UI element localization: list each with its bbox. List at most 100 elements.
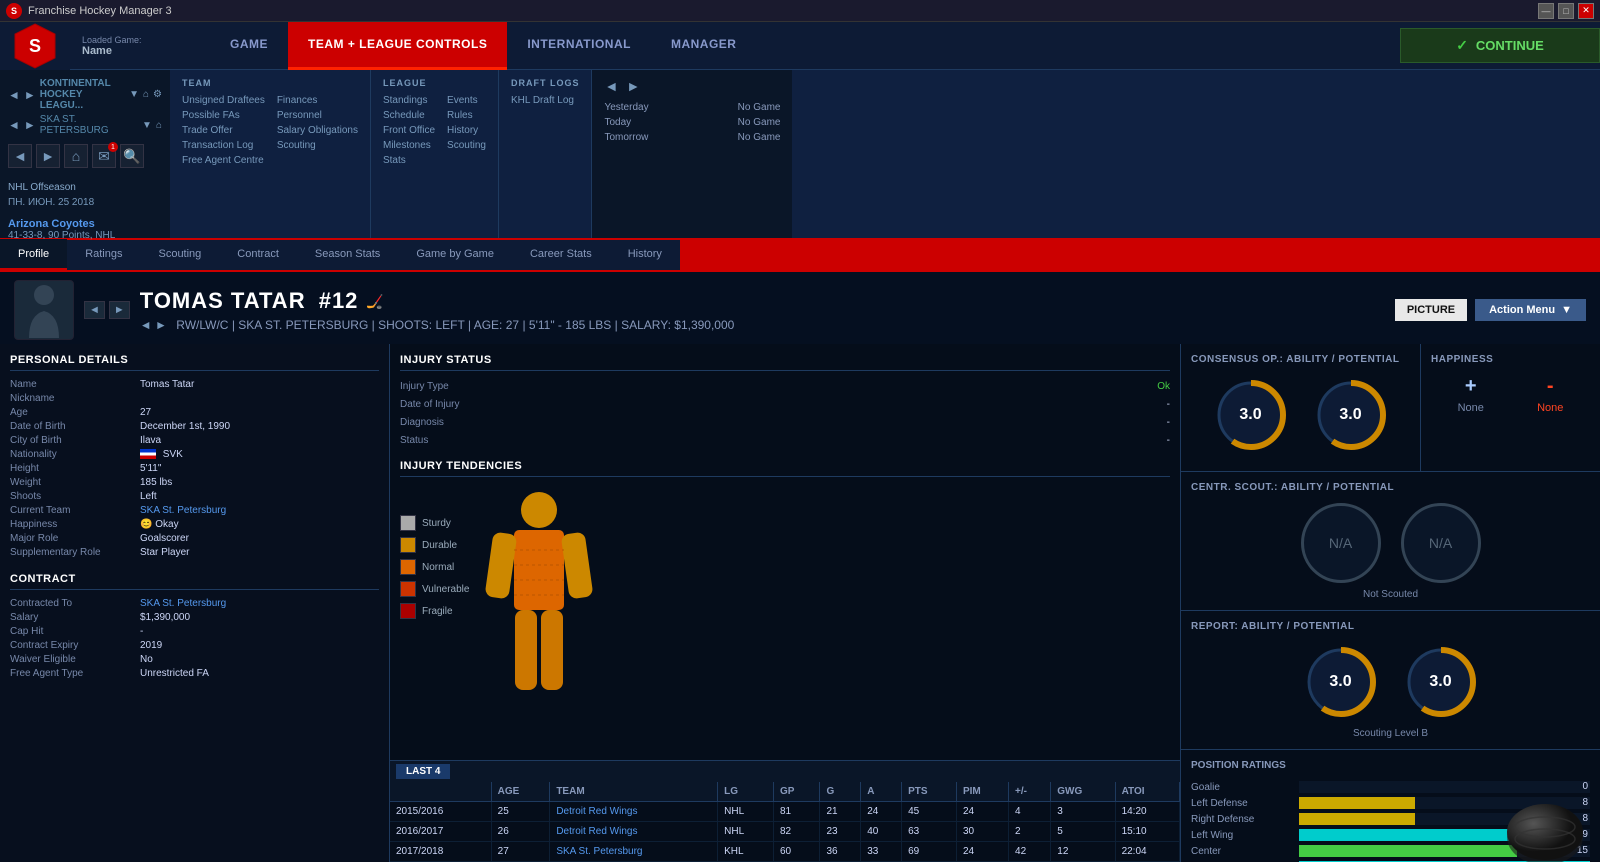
stats-table: AGE TEAM LG GP G A PTS PIM +/- GWG ATOI bbox=[390, 782, 1180, 862]
minimize-btn[interactable]: — bbox=[1538, 3, 1554, 19]
team-expand-icon[interactable]: ▼ bbox=[142, 120, 152, 131]
age-label: Age bbox=[10, 407, 140, 418]
gwg-cell: 12 bbox=[1051, 842, 1115, 862]
team-name[interactable]: SKA ST. PETERSBURG bbox=[40, 114, 138, 136]
draft-logs-section: DRAFT LOGS KHL Draft Log bbox=[499, 70, 593, 238]
league-name[interactable]: KONTINENTAL HOCKEY LEAGU... bbox=[40, 78, 125, 111]
team-home-icon[interactable]: ⌂ bbox=[156, 120, 162, 131]
consensus-title: CONSENSUS OP.: ABILITY / POTENTIAL bbox=[1191, 354, 1410, 365]
contracted-to-value[interactable]: SKA St. Petersburg bbox=[140, 598, 226, 609]
nav-back-btn[interactable]: ◄ bbox=[8, 144, 32, 168]
profile-tabs: Profile Ratings Scouting Contract Season… bbox=[0, 240, 1600, 272]
maximize-btn[interactable]: □ bbox=[1558, 3, 1574, 19]
finances-link[interactable]: Finances bbox=[277, 94, 358, 107]
injury-type-row: Injury Type Ok bbox=[400, 379, 1170, 394]
prev-team-btn[interactable]: ◄ bbox=[8, 118, 20, 132]
front-office-link[interactable]: Front Office bbox=[383, 124, 435, 137]
tab-profile[interactable]: Profile bbox=[0, 239, 67, 271]
waiver-value: No bbox=[140, 654, 153, 665]
picture-button[interactable]: PICTURE bbox=[1395, 299, 1467, 321]
team-record-name[interactable]: Arizona Coyotes bbox=[8, 218, 162, 230]
schedule-next-btn[interactable]: ► bbox=[626, 78, 640, 94]
continue-button[interactable]: ✓ CONTINUE bbox=[1400, 28, 1600, 63]
league-home-icon[interactable]: ⌂ bbox=[143, 89, 149, 100]
cap-hit-row: Cap Hit - bbox=[10, 626, 379, 637]
central-scout-circles: N/A N/A bbox=[1191, 503, 1590, 583]
left-nav-panel: ◄ ► KONTINENTAL HOCKEY LEAGU... ▼ ⌂ ⚙ ◄ … bbox=[0, 70, 170, 238]
nickname-row: Nickname bbox=[10, 393, 379, 404]
stats-link[interactable]: Stats bbox=[383, 154, 435, 167]
not-scouted-label: Not Scouted bbox=[1191, 589, 1590, 600]
next-team-btn[interactable]: ► bbox=[24, 118, 36, 132]
league-settings-icon[interactable]: ⚙ bbox=[153, 89, 162, 100]
tab-game-by-game[interactable]: Game by Game bbox=[398, 239, 512, 271]
trade-offer-link[interactable]: Trade Offer bbox=[182, 124, 265, 137]
personnel-link[interactable]: Personnel bbox=[277, 109, 358, 122]
tab-season-stats[interactable]: Season Stats bbox=[297, 239, 398, 271]
team-cell[interactable]: Detroit Red Wings bbox=[550, 822, 718, 842]
age-value: 27 bbox=[140, 407, 151, 418]
pim-cell: 24 bbox=[956, 802, 1008, 822]
events-link[interactable]: Events bbox=[447, 94, 486, 107]
player-prev-btn[interactable]: ◄ bbox=[84, 301, 105, 319]
nav-forward-btn[interactable]: ► bbox=[36, 144, 60, 168]
central-scout-ability-gauge: N/A bbox=[1301, 503, 1381, 583]
tab-career-stats[interactable]: Career Stats bbox=[512, 239, 610, 271]
unsigned-draftees-link[interactable]: Unsigned Draftees bbox=[182, 94, 265, 107]
height-label: Height bbox=[10, 463, 140, 474]
tomorrow-row: Tomorrow No Game bbox=[604, 132, 780, 143]
tomorrow-val: No Game bbox=[738, 132, 781, 143]
current-team-value[interactable]: SKA St. Petersburg bbox=[140, 505, 226, 516]
tab-contract[interactable]: Contract bbox=[219, 239, 297, 271]
puck-decoration bbox=[1500, 787, 1590, 862]
happiness-plus-item: + None bbox=[1458, 375, 1484, 414]
last4-tab[interactable]: LAST 4 bbox=[396, 764, 450, 779]
atoi-cell: 15:10 bbox=[1115, 822, 1179, 842]
schedule-prev-btn[interactable]: ◄ bbox=[604, 78, 618, 94]
consensus-potential-gauge: 3.0 bbox=[1311, 375, 1391, 455]
current-team-row: Current Team SKA St. Petersburg bbox=[10, 505, 379, 516]
nav-search-btn[interactable]: 🔍 bbox=[120, 144, 144, 168]
scouting-link[interactable]: Scouting bbox=[277, 139, 358, 152]
injury-type-value: Ok bbox=[1157, 381, 1170, 392]
normal-color-icon bbox=[400, 559, 416, 575]
standings-link[interactable]: Standings bbox=[383, 94, 435, 107]
pm-cell: 2 bbox=[1009, 822, 1051, 842]
team-cell[interactable]: SKA St. Petersburg bbox=[550, 842, 718, 862]
possible-fas-link[interactable]: Possible FAs bbox=[182, 109, 265, 122]
prev-league-btn[interactable]: ◄ bbox=[8, 88, 20, 102]
injury-section: INJURY STATUS Injury Type Ok Date of Inj… bbox=[400, 354, 1170, 448]
salary-obligations-link[interactable]: Salary Obligations bbox=[277, 124, 358, 137]
report-circles: 3.0 3.0 bbox=[1191, 642, 1590, 722]
tab-ratings[interactable]: Ratings bbox=[67, 239, 140, 271]
khl-draft-log-link[interactable]: KHL Draft Log bbox=[511, 94, 580, 107]
season-cell: 2015/2016 bbox=[390, 802, 491, 822]
rules-link[interactable]: Rules bbox=[447, 109, 486, 122]
player-next-btn[interactable]: ► bbox=[109, 301, 130, 319]
team-cell[interactable]: Detroit Red Wings bbox=[550, 802, 718, 822]
player-header: ◄ ► TOMAS TATAR #12 🏒 ◄ ► RW/LW/C | SKA … bbox=[0, 272, 1600, 344]
league-scouting-link[interactable]: Scouting bbox=[447, 139, 486, 152]
lw-label: Left Wing bbox=[1191, 830, 1291, 841]
free-agent-centre-link[interactable]: Free Agent Centre bbox=[182, 154, 265, 167]
tab-international[interactable]: INTERNATIONAL bbox=[507, 22, 651, 70]
player-details: ◄ ► RW/LW/C | SKA ST. PETERSBURG | SHOOT… bbox=[140, 318, 1385, 332]
tab-team-league[interactable]: TEAM + LEAGUE CONTROLS bbox=[288, 22, 507, 70]
history-link[interactable]: History bbox=[447, 124, 486, 137]
legend-normal: Normal bbox=[400, 559, 469, 575]
tab-history[interactable]: History bbox=[610, 239, 680, 271]
nav-mail-btn[interactable]: ✉ 1 bbox=[92, 144, 116, 168]
close-btn[interactable]: ✕ bbox=[1578, 3, 1594, 19]
milestones-link[interactable]: Milestones bbox=[383, 139, 435, 152]
tab-game[interactable]: GAME bbox=[210, 22, 288, 70]
action-menu-button[interactable]: Action Menu ▼ bbox=[1475, 299, 1586, 321]
transaction-log-link[interactable]: Transaction Log bbox=[182, 139, 265, 152]
tab-scouting[interactable]: Scouting bbox=[140, 239, 219, 271]
nav-home-btn[interactable]: ⌂ bbox=[64, 144, 88, 168]
tab-manager[interactable]: MANAGER bbox=[651, 22, 757, 70]
age-cell: 25 bbox=[491, 802, 550, 822]
league-expand-icon[interactable]: ▼ bbox=[129, 89, 139, 100]
league-schedule-link[interactable]: Schedule bbox=[383, 109, 435, 122]
contract-salary-label: Salary bbox=[10, 612, 140, 623]
next-league-btn[interactable]: ► bbox=[24, 88, 36, 102]
